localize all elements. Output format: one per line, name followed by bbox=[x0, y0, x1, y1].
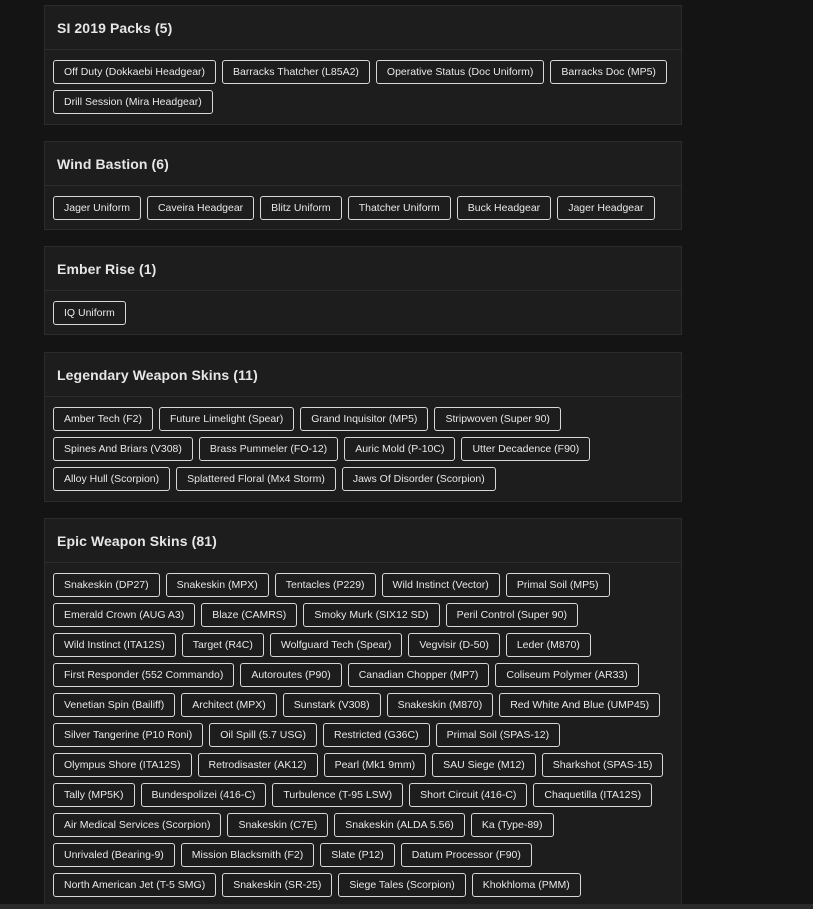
tag-list: Snakeskin (DP27) Snakeskin (MPX) Tentacles… bbox=[45, 563, 681, 909]
skin-tag[interactable]: Khokhloma (PMM) bbox=[471, 873, 581, 897]
skin-tag[interactable]: North American Jet (T-5 SMG) bbox=[53, 873, 217, 897]
section-si-2019-packs: SI 2019 Packs (5) Off Duty (Dokkaebi Hea… bbox=[44, 5, 682, 125]
skin-tag[interactable]: Tally (MP5K) bbox=[53, 783, 135, 807]
section-header: Wind Bastion (6) bbox=[45, 142, 681, 186]
section-header: Epic Weapon Skins (81) bbox=[45, 519, 681, 563]
skin-tag[interactable]: Venetian Spin (Bailiff) bbox=[53, 693, 176, 717]
skin-tag[interactable]: Stripwoven (Super 90) bbox=[434, 407, 561, 431]
skin-tag[interactable]: Wolfguard Tech (Spear) bbox=[269, 633, 403, 657]
skin-tag[interactable]: Tentacles (P229) bbox=[274, 573, 376, 597]
skin-tag[interactable]: Buck Headgear bbox=[456, 196, 552, 220]
skin-tag[interactable]: Architect (MPX) bbox=[181, 693, 277, 717]
skin-tag[interactable]: Snakeskin (DP27) bbox=[53, 573, 160, 597]
skin-tag[interactable]: Snakeskin (M870) bbox=[386, 693, 494, 717]
skin-tag[interactable]: Retrodisaster (AK12) bbox=[197, 753, 318, 777]
skin-tag[interactable]: Target (R4C) bbox=[181, 633, 264, 657]
skin-tag[interactable]: Future Limelight (Spear) bbox=[159, 407, 295, 431]
skin-tag[interactable]: Snakeskin (SR-25) bbox=[222, 873, 333, 897]
skin-tag[interactable]: Air Medical Services (Scorpion) bbox=[53, 813, 222, 837]
skin-tag[interactable]: IQ Uniform bbox=[53, 301, 126, 325]
section-ember-rise: Ember Rise (1) IQ Uniform bbox=[44, 246, 682, 335]
section-title: SI 2019 Packs (5) bbox=[57, 19, 173, 36]
skin-tag[interactable]: Wild Instinct (ITA12S) bbox=[53, 633, 176, 657]
skin-tag[interactable]: Turbulence (T-95 LSW) bbox=[272, 783, 404, 807]
skin-tag[interactable]: Drill Session (Mira Headgear) bbox=[53, 90, 213, 114]
skin-tag[interactable]: Slate (P12) bbox=[320, 843, 395, 867]
skin-tag[interactable]: Brass Pummeler (FO-12) bbox=[198, 437, 339, 461]
section-title: Ember Rise (1) bbox=[57, 260, 157, 277]
section-wind-bastion: Wind Bastion (6) Jager Uniform Caveira He… bbox=[44, 141, 682, 230]
skin-tag[interactable]: Ka (Type-89) bbox=[470, 813, 554, 837]
skin-tag[interactable]: Silver Tangerine (P10 Roni) bbox=[53, 723, 204, 747]
skin-tag[interactable]: Bundespolizei (416-C) bbox=[140, 783, 267, 807]
skin-tag[interactable]: Short Circuit (416-C) bbox=[409, 783, 528, 807]
skin-tag[interactable]: Blaze (CAMRS) bbox=[201, 603, 298, 627]
skin-tag[interactable]: Chaquetilla (ITA12S) bbox=[533, 783, 653, 807]
skin-tag[interactable]: Grand Inquisitor (MP5) bbox=[300, 407, 429, 431]
horizontal-scrollbar[interactable] bbox=[0, 904, 813, 909]
skin-tag[interactable]: Unrivaled (Bearing-9) bbox=[53, 843, 175, 867]
section-title: Wind Bastion (6) bbox=[57, 155, 169, 172]
skin-tag[interactable]: Snakeskin (MPX) bbox=[165, 573, 269, 597]
skin-tag[interactable]: Peril Control (Super 90) bbox=[445, 603, 578, 627]
skin-tag[interactable]: Splattered Floral (Mx4 Storm) bbox=[176, 467, 336, 491]
skin-tag[interactable]: Vegvisir (D-50) bbox=[408, 633, 500, 657]
skin-tag[interactable]: Datum Processor (F90) bbox=[400, 843, 532, 867]
tag-list: Amber Tech (F2) Future Limelight (Spear) G… bbox=[45, 397, 681, 503]
tag-list: Jager Uniform Caveira Headgear Blitz Unifo… bbox=[45, 186, 681, 232]
section-epic-weapon-skins: Epic Weapon Skins (81) Snakeskin (DP27) S… bbox=[44, 518, 682, 909]
skin-tag[interactable]: Siege Tales (Scorpion) bbox=[338, 873, 466, 897]
skin-tag[interactable]: Jager Uniform bbox=[53, 196, 141, 220]
section-header: Legendary Weapon Skins (11) bbox=[45, 353, 681, 397]
skin-tag[interactable]: Sharkshot (SPAS-15) bbox=[541, 753, 664, 777]
skin-tag[interactable]: Autoroutes (P90) bbox=[240, 663, 342, 687]
skin-tag[interactable]: Pearl (Mk1 9mm) bbox=[323, 753, 427, 777]
skin-tag[interactable]: Restricted (G36C) bbox=[323, 723, 430, 747]
section-title: Legendary Weapon Skins (11) bbox=[57, 366, 258, 383]
skin-tag[interactable]: Thatcher Uniform bbox=[347, 196, 451, 220]
skin-tag[interactable]: Alloy Hull (Scorpion) bbox=[53, 467, 171, 491]
skin-tag[interactable]: Red White And Blue (UMP45) bbox=[499, 693, 661, 717]
skin-tag[interactable]: Mission Blacksmith (F2) bbox=[180, 843, 315, 867]
section-legendary-weapon-skins: Legendary Weapon Skins (11) Amber Tech (… bbox=[44, 352, 682, 502]
skin-tag[interactable]: Jager Headgear bbox=[557, 196, 655, 220]
skins-page: SI 2019 Packs (5) Off Duty (Dokkaebi Hea… bbox=[0, 0, 813, 909]
skin-tag[interactable]: SAU Siege (M12) bbox=[432, 753, 536, 777]
skin-tag[interactable]: Coliseum Polymer (AR33) bbox=[495, 663, 639, 687]
skin-tag[interactable]: Amber Tech (F2) bbox=[53, 407, 153, 431]
skin-tag[interactable]: Operative Status (Doc Uniform) bbox=[375, 60, 545, 84]
skin-tag[interactable]: Olympus Shore (ITA12S) bbox=[53, 753, 192, 777]
skin-tag[interactable]: Canadian Chopper (MP7) bbox=[347, 663, 490, 687]
skin-tag[interactable]: Barracks Doc (MP5) bbox=[550, 60, 667, 84]
skin-tag[interactable]: Spines And Briars (V308) bbox=[53, 437, 193, 461]
skin-tag[interactable]: Primal Soil (SPAS-12) bbox=[435, 723, 561, 747]
skin-tag[interactable]: Blitz Uniform bbox=[260, 196, 342, 220]
section-header: SI 2019 Packs (5) bbox=[45, 6, 681, 50]
skin-tag[interactable]: Oil Spill (5.7 USG) bbox=[209, 723, 317, 747]
skin-tag[interactable]: Primal Soil (MP5) bbox=[505, 573, 610, 597]
skin-tag[interactable]: Sunstark (V308) bbox=[282, 693, 381, 717]
skin-tag[interactable]: Jaws Of Disorder (Scorpion) bbox=[341, 467, 496, 491]
tag-list: Off Duty (Dokkaebi Headgear) Barracks Tha… bbox=[45, 50, 681, 126]
skin-tag[interactable]: Snakeskin (ALDA 5.56) bbox=[334, 813, 465, 837]
skin-tag[interactable]: Wild Instinct (Vector) bbox=[381, 573, 500, 597]
skin-tag[interactable]: First Responder (552 Commando) bbox=[53, 663, 235, 687]
skin-tag[interactable]: Auric Mold (P-10C) bbox=[344, 437, 456, 461]
tag-list: IQ Uniform bbox=[45, 291, 681, 337]
skin-tag[interactable]: Utter Decadence (F90) bbox=[461, 437, 591, 461]
skin-tag[interactable]: Smoky Murk (SIX12 SD) bbox=[303, 603, 440, 627]
skin-tag[interactable]: Leder (M870) bbox=[505, 633, 591, 657]
section-header: Ember Rise (1) bbox=[45, 247, 681, 291]
skin-tag[interactable]: Caveira Headgear bbox=[146, 196, 255, 220]
section-title: Epic Weapon Skins (81) bbox=[57, 532, 217, 549]
skin-tag[interactable]: Barracks Thatcher (L85A2) bbox=[222, 60, 370, 84]
skin-tag[interactable]: Snakeskin (C7E) bbox=[227, 813, 329, 837]
skin-tag[interactable]: Off Duty (Dokkaebi Headgear) bbox=[53, 60, 217, 84]
skin-tag[interactable]: Emerald Crown (AUG A3) bbox=[53, 603, 196, 627]
